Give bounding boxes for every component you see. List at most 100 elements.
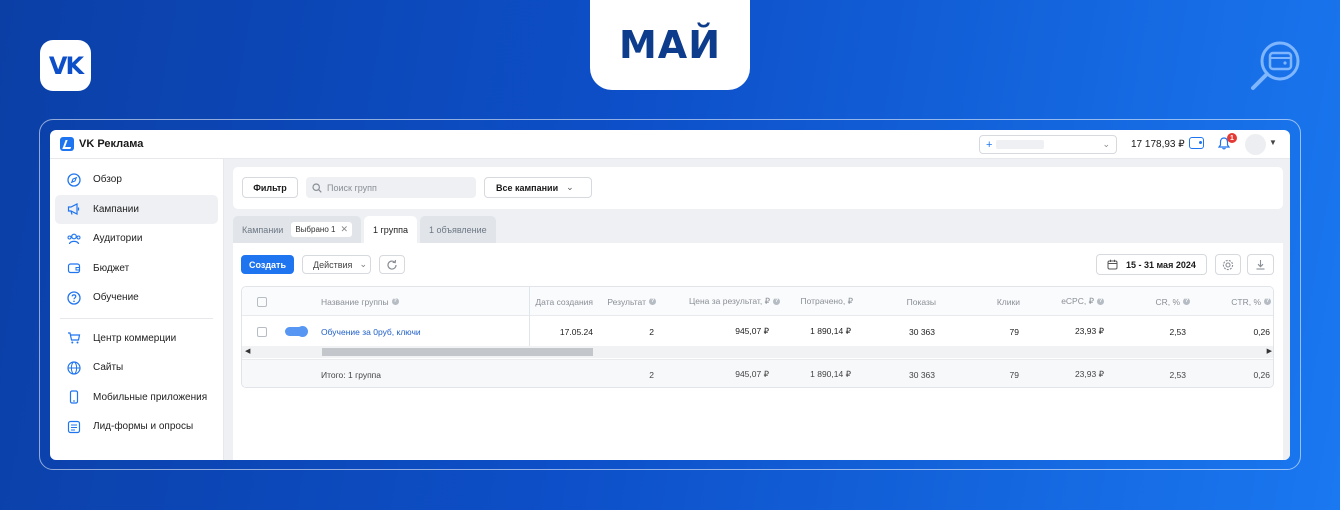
group-name-link[interactable]: Обучение за 0руб, ключи [321,327,421,337]
column-header-clicks[interactable]: Клики [942,287,1020,316]
help-icon[interactable]: ? [1264,298,1271,305]
tab-groups[interactable]: 1 группа [364,216,417,243]
compass-icon [67,173,81,187]
vk-logo-text: VK [48,51,84,80]
column-header-cr[interactable]: CR, %? [1112,287,1190,316]
sidebar-item-mobile-apps[interactable]: Мобильные приложения [55,383,218,413]
tab-ads[interactable]: 1 объявление [419,216,496,243]
sidebar-item-audiences[interactable]: Аудитории [55,224,218,254]
download-button[interactable] [1247,254,1274,275]
account-name-hidden [996,140,1045,149]
brand[interactable]: VK Реклама [60,137,143,151]
account-select[interactable]: + ⌄ [979,135,1117,154]
tab-label: 1 объявление [428,224,487,235]
chevron-down-icon: ⌄ [566,182,574,192]
column-header-spent[interactable]: Потрачено, ₽ [782,287,853,316]
column-header-label: CR, % [1155,296,1180,307]
chevron-down-icon[interactable]: ▼ [1269,138,1277,147]
sidebar: Обзор Кампании Аудитории Бюджет Обучение… [50,159,224,460]
sidebar-divider [60,317,213,319]
column-header-ecpc[interactable]: eCPC, ₽? [1022,287,1104,316]
scroll-right-icon[interactable]: ▶ [1267,347,1272,355]
date-range-picker[interactable]: 15 - 31 мая 2024 [1096,254,1207,275]
group-status-toggle[interactable] [285,326,308,337]
total-spent: 1 890,14 ₽ [810,369,851,379]
close-icon[interactable]: ✕ [340,224,348,235]
tab-campaigns[interactable]: Кампании Выбрано 1 ✕ [233,216,361,243]
ecpc-cell: 23,93 ₽ [1074,326,1104,336]
campaign-select[interactable]: Все кампании ⌄ [484,177,592,198]
column-header-ctr[interactable]: CTR, %? [1192,287,1271,316]
table-row[interactable]: Обучение за 0руб, ключи 17.05.24 2 945,0… [242,317,1273,346]
sidebar-item-budget[interactable]: Бюджет [55,254,218,284]
sidebar-item-learning[interactable]: Обучение [55,283,218,313]
sidebar-item-sites[interactable]: Сайты [55,353,218,383]
month-label-tab: МАЙ [590,0,750,90]
scrollbar-thumb[interactable] [322,348,593,356]
notification-badge: 1 [1227,133,1237,143]
help-icon[interactable]: ? [1183,298,1190,305]
column-header-created[interactable]: Дата создания [532,287,593,316]
wallet-icon[interactable] [1189,137,1204,149]
total-cr: 2,53 [1169,369,1186,380]
search-input[interactable] [327,182,467,193]
total-cost-per-result: 945,07 ₽ [735,369,769,379]
audience-icon [67,232,81,246]
help-icon [67,291,81,305]
row-checkbox[interactable] [257,326,267,337]
refresh-icon [387,259,397,270]
total-ecpc: 23,93 ₽ [1074,369,1104,379]
sidebar-item-campaigns[interactable]: Кампании [55,194,218,224]
sidebar-item-label: Кампании [93,203,139,215]
account-prefix: + [986,138,993,151]
column-header-impressions[interactable]: Показы [862,287,936,316]
actions-dropdown[interactable]: Действия ⌄ [302,255,371,274]
chevron-down-icon: ⌄ [359,259,367,269]
filter-bar: Фильтр Все кампании ⌄ [233,167,1283,209]
groups-table: Название группы? Дата создания Результат… [241,286,1274,388]
sidebar-item-label: Мобильные приложения [93,391,208,403]
megaphone-icon [67,202,81,216]
help-icon[interactable]: ? [391,298,399,305]
tabs: Кампании Выбрано 1 ✕ 1 группа 1 объявлен… [233,216,499,243]
sidebar-item-lead-forms[interactable]: Лид-формы и опросы [55,412,218,442]
help-icon[interactable]: ? [649,298,656,305]
table-settings-button[interactable] [1215,254,1241,275]
total-ctr: 0,26 [1253,369,1270,380]
vk-logo: VK [40,40,91,91]
sidebar-item-overview[interactable]: Обзор [55,165,218,195]
row-toggle-cell [285,317,308,346]
column-header-label: eCPC, ₽ [1061,296,1094,306]
sidebar-item-label: Бюджет [93,262,130,274]
refresh-button[interactable] [379,255,405,274]
column-header-result[interactable]: Результат? [594,287,656,316]
date-range-value: 15 - 31 мая 2024 [1126,259,1196,270]
sidebar-item-label: Сайты [93,362,124,374]
column-header-label: Дата создания [535,296,593,307]
filter-button[interactable]: Фильтр [242,177,298,198]
form-icon [67,420,81,434]
wallet-icon [67,261,81,275]
groups-panel: Создать Действия ⌄ 15 - 31 мая 2024 Назв… [233,243,1283,460]
help-icon[interactable]: ? [1097,298,1104,305]
sidebar-item-commerce[interactable]: Центр коммерции [55,324,218,354]
horizontal-scrollbar[interactable]: ◀ ▶ [242,346,1273,358]
search-icon [312,182,322,193]
selected-chip-label: Выбрано 1 [295,225,336,234]
search-field[interactable] [306,177,476,198]
magnifier-wallet-icon [1251,41,1300,90]
tab-label: 1 группа [373,224,408,235]
sidebar-item-label: Аудитории [93,233,143,245]
selected-chip[interactable]: Выбрано 1 ✕ [291,222,352,237]
create-button[interactable]: Создать [241,255,294,274]
column-header-label: Цена за результат, ₽ [688,296,770,306]
select-all-checkbox[interactable] [257,296,267,307]
result-cell: 2 [649,326,654,337]
column-header-cost-per-result[interactable]: Цена за результат, ₽? [662,287,780,316]
created-cell: 17.05.24 [559,326,593,337]
avatar[interactable] [1245,134,1266,155]
column-header-name[interactable]: Название группы? [321,287,399,316]
actions-label: Действия [313,259,353,270]
help-icon[interactable]: ? [773,298,780,305]
scroll-left-icon[interactable]: ◀ [245,347,250,355]
